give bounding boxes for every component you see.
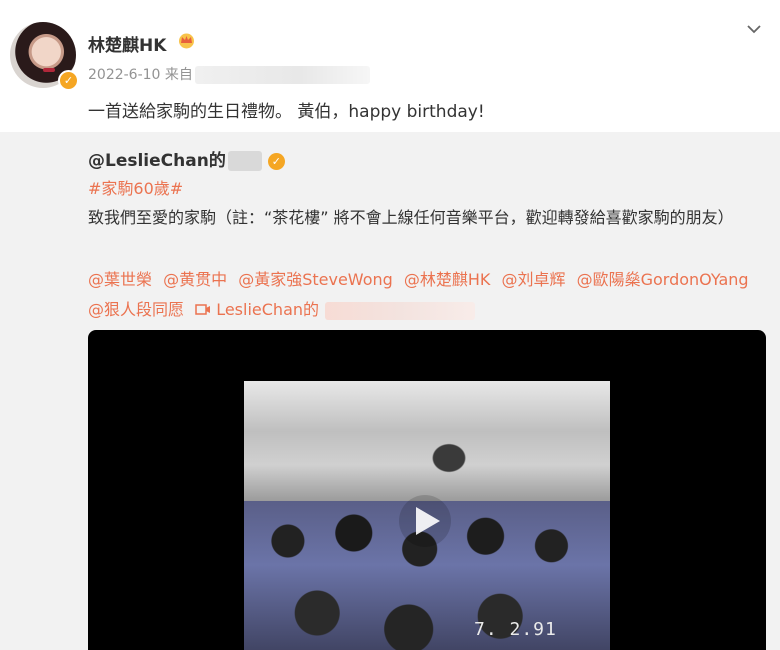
source-prefix: 来自: [164, 67, 193, 83]
source-redacted: [194, 66, 370, 84]
repost-author[interactable]: @LeslieChan的 ✓: [88, 146, 285, 171]
video-link[interactable]: LeslieChan的: [195, 300, 481, 320]
mention-link[interactable]: @狠人段同愿: [88, 300, 184, 319]
mentions-list: @葉世榮 @黄贯中 @黃家強SteveWong @林楚麒HK @刘卓辉 @歐陽燊…: [88, 265, 768, 325]
video-player[interactable]: 7. 2.91: [88, 330, 766, 650]
mention-link[interactable]: @葉世榮: [88, 270, 152, 289]
mention-link[interactable]: @黄贯中: [163, 270, 227, 289]
verified-badge-icon: ✓: [267, 152, 285, 170]
hashtag-link[interactable]: #家駒60歲#: [88, 175, 183, 199]
mention-link[interactable]: @黃家強SteveWong: [238, 270, 393, 289]
post-meta: 2022-6-10 来自: [88, 64, 370, 84]
post-text: 一首送給家駒的生日禮物。 黃伯，happy birthday!: [88, 102, 485, 122]
video-link-label: LeslieChan的: [216, 300, 320, 319]
repost-body: 致我們至愛的家駒（註：“茶花樓” 將不會上線任何音樂平台，歡迎轉發給喜歡家駒的朋…: [88, 208, 734, 227]
repost-author-redacted: [227, 151, 262, 171]
weibo-post: ✓ 林楚麒HK 2022-6-10 来自 一首送給家駒的生日禮物。 黃伯，hap…: [0, 0, 780, 650]
video-link-redacted: [325, 301, 476, 320]
video-link-icon: [195, 304, 211, 315]
author-name[interactable]: 林楚麒HK: [88, 31, 166, 56]
crown-icon: [179, 33, 194, 49]
repost-author-name[interactable]: @LeslieChan的: [88, 151, 226, 171]
mention-link[interactable]: @林楚麒HK: [404, 270, 491, 289]
post-date[interactable]: 2022-6-10: [88, 67, 160, 83]
mention-link[interactable]: @刘卓辉: [502, 270, 566, 289]
chevron-down-icon[interactable]: [745, 20, 763, 38]
verified-badge-icon: ✓: [58, 70, 79, 91]
avatar-lip-detail: [43, 68, 55, 72]
mention-link[interactable]: @歐陽燊GordonOYang: [577, 270, 749, 289]
video-timestamp: 7. 2.91: [474, 619, 557, 640]
video-tree: [429, 441, 469, 475]
play-icon[interactable]: [388, 493, 462, 549]
